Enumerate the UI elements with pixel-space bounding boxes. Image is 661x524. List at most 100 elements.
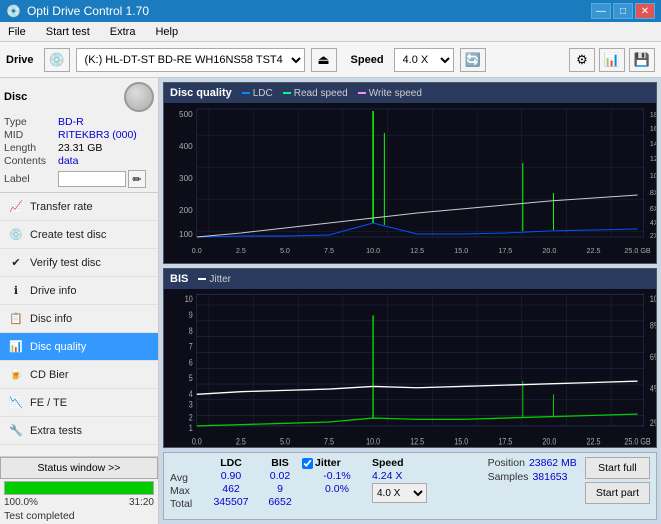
jitter-avg: -0.1% bbox=[302, 470, 372, 482]
status-window-button[interactable]: Status window >> bbox=[0, 457, 158, 479]
label-input[interactable] bbox=[58, 171, 126, 187]
progress-bar-container bbox=[4, 481, 154, 495]
bis-avg: 0.02 bbox=[258, 470, 302, 482]
start-full-button[interactable]: Start full bbox=[585, 457, 650, 479]
disc-type-row: Type BD-R bbox=[4, 116, 154, 128]
jitter-max: 0.0% bbox=[302, 483, 372, 495]
fe-te-icon: 📉 bbox=[8, 395, 24, 411]
samples-label: Samples bbox=[488, 471, 529, 483]
nav-verify-test-disc[interactable]: ✔ Verify test disc bbox=[0, 249, 158, 277]
legend-read-speed: Read speed bbox=[283, 88, 348, 99]
svg-text:8%: 8% bbox=[650, 321, 656, 331]
nav-create-test-disc[interactable]: 💿 Create test disc bbox=[0, 221, 158, 249]
avg-label: Avg bbox=[170, 472, 204, 484]
nav-fe-te[interactable]: 📉 FE / TE bbox=[0, 389, 158, 417]
jitter-col: Jitter -0.1% 0.0% bbox=[302, 457, 372, 510]
label-edit-button[interactable]: ✏ bbox=[128, 170, 146, 188]
chart1-title: Disc quality bbox=[170, 87, 232, 99]
drive-icon-btn[interactable]: 💿 bbox=[44, 48, 70, 72]
nav-disc-info-label: Disc info bbox=[30, 313, 72, 325]
position-label: Position bbox=[488, 457, 525, 469]
nav-extra-tests[interactable]: 🔧 Extra tests bbox=[0, 417, 158, 445]
svg-text:5.0: 5.0 bbox=[280, 437, 290, 447]
right-stats: Position 23862 MB Samples 381653 bbox=[488, 457, 577, 510]
svg-text:500: 500 bbox=[179, 110, 193, 119]
ldc-legend-color bbox=[242, 92, 250, 94]
position-row: Position 23862 MB bbox=[488, 457, 577, 469]
nav-verify-test-disc-label: Verify test disc bbox=[30, 257, 101, 269]
disc-info-icon: 📋 bbox=[8, 311, 24, 327]
refresh-button[interactable]: 🔄 bbox=[460, 48, 486, 72]
stats-speed-select[interactable]: 4.0 X bbox=[372, 483, 427, 503]
chart-button[interactable]: 📊 bbox=[599, 48, 625, 72]
chart2-header: BIS Jitter bbox=[164, 269, 656, 289]
nav-transfer-rate[interactable]: 📈 Transfer rate bbox=[0, 193, 158, 221]
nav-cd-bier-label: CD Bier bbox=[30, 369, 69, 381]
svg-text:12.5: 12.5 bbox=[410, 247, 424, 255]
position-value: 23862 MB bbox=[529, 457, 577, 469]
progress-bar-fill bbox=[5, 482, 153, 494]
jitter-checkbox[interactable] bbox=[302, 458, 313, 469]
nav-drive-info-label: Drive info bbox=[30, 285, 76, 297]
nav-drive-info[interactable]: ℹ Drive info bbox=[0, 277, 158, 305]
svg-text:14X: 14X bbox=[650, 140, 656, 148]
nav-create-test-disc-label: Create test disc bbox=[30, 229, 106, 241]
svg-text:2.5: 2.5 bbox=[236, 437, 246, 447]
maximize-button[interactable]: □ bbox=[613, 3, 633, 19]
length-label: Length bbox=[4, 142, 56, 154]
menu-help[interactable]: Help bbox=[151, 25, 182, 39]
svg-text:6%: 6% bbox=[650, 352, 656, 362]
titlebar-title: 💿 Opti Drive Control 1.70 bbox=[6, 4, 149, 18]
disc-panel: Disc Type BD-R MID RITEKBR3 (000) Length… bbox=[0, 78, 158, 193]
chart2-area: 10 9 8 7 6 5 4 3 2 1 10% 8% 6% 4% 2% bbox=[164, 289, 656, 447]
menu-file[interactable]: File bbox=[4, 25, 30, 39]
stats-labels-col: Avg Max Total bbox=[170, 457, 204, 510]
svg-text:1: 1 bbox=[189, 423, 193, 433]
svg-text:0.0: 0.0 bbox=[192, 437, 202, 447]
menu-extra[interactable]: Extra bbox=[106, 25, 140, 39]
disc-icon bbox=[124, 82, 154, 112]
stats-main-row: Avg Max Total LDC 0.90 462 345507 BIS 0.… bbox=[170, 457, 650, 510]
write-speed-legend-label: Write speed bbox=[369, 88, 422, 99]
svg-text:17.5: 17.5 bbox=[498, 247, 512, 255]
drive-select[interactable]: (K:) HL-DT-ST BD-RE WH16NS58 TST4 bbox=[76, 48, 305, 72]
svg-text:6X: 6X bbox=[650, 205, 656, 213]
nav-disc-quality-label: Disc quality bbox=[30, 341, 86, 353]
svg-text:10%: 10% bbox=[650, 294, 656, 304]
eject-button[interactable]: ⏏ bbox=[311, 48, 337, 72]
nav-disc-quality[interactable]: 📊 Disc quality bbox=[0, 333, 158, 361]
toolbar: Drive 💿 (K:) HL-DT-ST BD-RE WH16NS58 TST… bbox=[0, 42, 661, 78]
disc-label-row: Label ✏ bbox=[4, 170, 154, 188]
disc-fields: Type BD-R MID RITEKBR3 (000) Length 23.3… bbox=[4, 116, 154, 188]
status-text: Test completed bbox=[0, 508, 158, 524]
svg-text:0.0: 0.0 bbox=[192, 247, 202, 255]
svg-text:25.0 GB: 25.0 GB bbox=[624, 247, 651, 255]
legend-jitter: Jitter bbox=[198, 274, 231, 285]
svg-text:7: 7 bbox=[189, 342, 193, 352]
svg-text:10: 10 bbox=[185, 294, 193, 304]
svg-text:5: 5 bbox=[189, 373, 193, 383]
speed-select[interactable]: 4.0 X bbox=[394, 48, 454, 72]
jitter-header: Jitter bbox=[315, 457, 341, 469]
svg-text:4: 4 bbox=[189, 389, 193, 399]
verify-test-disc-icon: ✔ bbox=[8, 255, 24, 271]
minimize-button[interactable]: — bbox=[591, 3, 611, 19]
ldc-header: LDC bbox=[204, 457, 258, 469]
nav-disc-info[interactable]: 📋 Disc info bbox=[0, 305, 158, 333]
svg-text:2%: 2% bbox=[650, 418, 656, 428]
nav-cd-bier[interactable]: 🍺 CD Bier bbox=[0, 361, 158, 389]
save-button[interactable]: 💾 bbox=[629, 48, 655, 72]
cd-bier-icon: 🍺 bbox=[8, 367, 24, 383]
content-area: Disc quality LDC Read speed Write speed bbox=[159, 78, 661, 524]
menu-start-test[interactable]: Start test bbox=[42, 25, 94, 39]
close-button[interactable]: ✕ bbox=[635, 3, 655, 19]
type-label: Type bbox=[4, 116, 56, 128]
config-button[interactable]: ⚙ bbox=[569, 48, 595, 72]
svg-text:7.5: 7.5 bbox=[324, 437, 334, 447]
legend-ldc: LDC bbox=[242, 88, 273, 99]
svg-text:5.0: 5.0 bbox=[280, 247, 290, 255]
start-part-button[interactable]: Start part bbox=[585, 482, 650, 504]
transfer-rate-icon: 📈 bbox=[8, 199, 24, 215]
extra-tests-icon: 🔧 bbox=[8, 423, 24, 439]
chart2-title: BIS bbox=[170, 273, 188, 285]
